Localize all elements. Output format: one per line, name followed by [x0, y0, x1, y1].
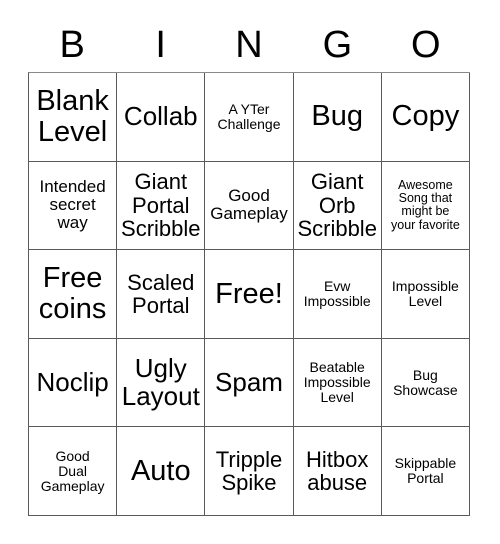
bingo-cell-b4[interactable]: Noclip [29, 338, 118, 428]
bingo-cell-label: Good Gameplay [210, 186, 288, 224]
bingo-cell-label: Blank Level [36, 85, 109, 148]
bingo-cell-label: Spam [215, 366, 283, 397]
bingo-cell-g2[interactable]: Giant Orb Scribble [293, 161, 382, 251]
bingo-header-letter-i: I [155, 24, 166, 66]
bingo-cell-b1[interactable]: Blank Level [29, 73, 118, 162]
bingo-cell-label: Collab [123, 101, 198, 132]
bingo-cell-i5[interactable]: Auto [117, 427, 206, 516]
bingo-header-letter-o: O [411, 24, 441, 66]
bingo-cell-n4[interactable]: Spam [205, 338, 294, 428]
bingo-cell-label: Copy [391, 100, 460, 133]
bingo-cell-label: Hitbox abuse [306, 446, 369, 496]
bingo-cell-label: Good Dual Gameplay [40, 447, 105, 494]
bingo-cell-label: Impossible Level [391, 278, 459, 309]
bingo-cell-label: Tripple Spike [215, 446, 283, 496]
bingo-cell-label: Free! [215, 277, 283, 310]
bingo-cell-g3[interactable]: Evw Impossible [293, 250, 382, 339]
bingo-cell-label: Noclip [36, 366, 109, 397]
bingo-cell-o4[interactable]: Bug Showcase [381, 338, 470, 428]
bingo-cell-g5[interactable]: Hitbox abuse [293, 427, 382, 516]
bingo-cell-b2[interactable]: Intended secret way [29, 161, 118, 251]
bingo-cell-label: Evw Impossible [303, 278, 371, 309]
bingo-cell-g4[interactable]: Beatable Impossible Level [293, 338, 382, 428]
bingo-cell-label: Awesome Song that might be your favorite [391, 177, 460, 232]
bingo-cell-label: Bug Showcase [393, 366, 458, 398]
bingo-cell-i2[interactable]: Giant Portal Scribble [117, 161, 206, 251]
bingo-header-letter-g: G [322, 24, 353, 66]
bingo-cell-label: Intended secret way [39, 177, 106, 233]
bingo-cell-label: Giant Orb Scribble [297, 169, 377, 242]
bingo-grid: Blank Level Collab A YTer Challenge Bug … [28, 72, 470, 516]
bingo-cell-o2[interactable]: Awesome Song that might be your favorite [381, 161, 470, 251]
bingo-cell-n1[interactable]: A YTer Challenge [205, 73, 294, 162]
bingo-cell-i3[interactable]: Scaled Portal [117, 250, 206, 339]
bingo-header-letter-n: N [235, 24, 263, 66]
bingo-header-row: B I N G O [28, 18, 470, 72]
bingo-cell-label: Beatable Impossible Level [303, 359, 371, 405]
bingo-cell-b3[interactable]: Free coins [29, 250, 118, 339]
bingo-cell-free-space[interactable]: Free! [205, 250, 294, 339]
bingo-cell-n5[interactable]: Tripple Spike [205, 427, 294, 516]
bingo-cell-label: Bug [311, 100, 363, 133]
bingo-cell-i4[interactable]: Ugly Layout [117, 338, 206, 428]
bingo-cell-i1[interactable]: Collab [117, 73, 206, 162]
bingo-cell-label: Skippable Portal [394, 455, 457, 487]
bingo-cell-n2[interactable]: Good Gameplay [205, 161, 294, 251]
bingo-cell-label: A YTer Challenge [217, 100, 281, 132]
bingo-cell-o1[interactable]: Copy [381, 73, 470, 162]
bingo-card: B I N G O Blank Level Collab A YTer Chal… [0, 0, 500, 544]
bingo-cell-o5[interactable]: Skippable Portal [381, 427, 470, 516]
bingo-cell-label: Scaled Portal [127, 269, 195, 318]
bingo-cell-b5[interactable]: Good Dual Gameplay [29, 427, 118, 516]
bingo-cell-label: Giant Portal Scribble [121, 169, 201, 242]
bingo-cell-label: Auto [130, 454, 191, 487]
bingo-cell-label: Free coins [38, 262, 107, 325]
bingo-cell-o3[interactable]: Impossible Level [381, 250, 470, 339]
bingo-cell-label: Ugly Layout [121, 353, 200, 411]
bingo-header-letter-b: B [59, 24, 85, 66]
bingo-cell-g1[interactable]: Bug [293, 73, 382, 162]
